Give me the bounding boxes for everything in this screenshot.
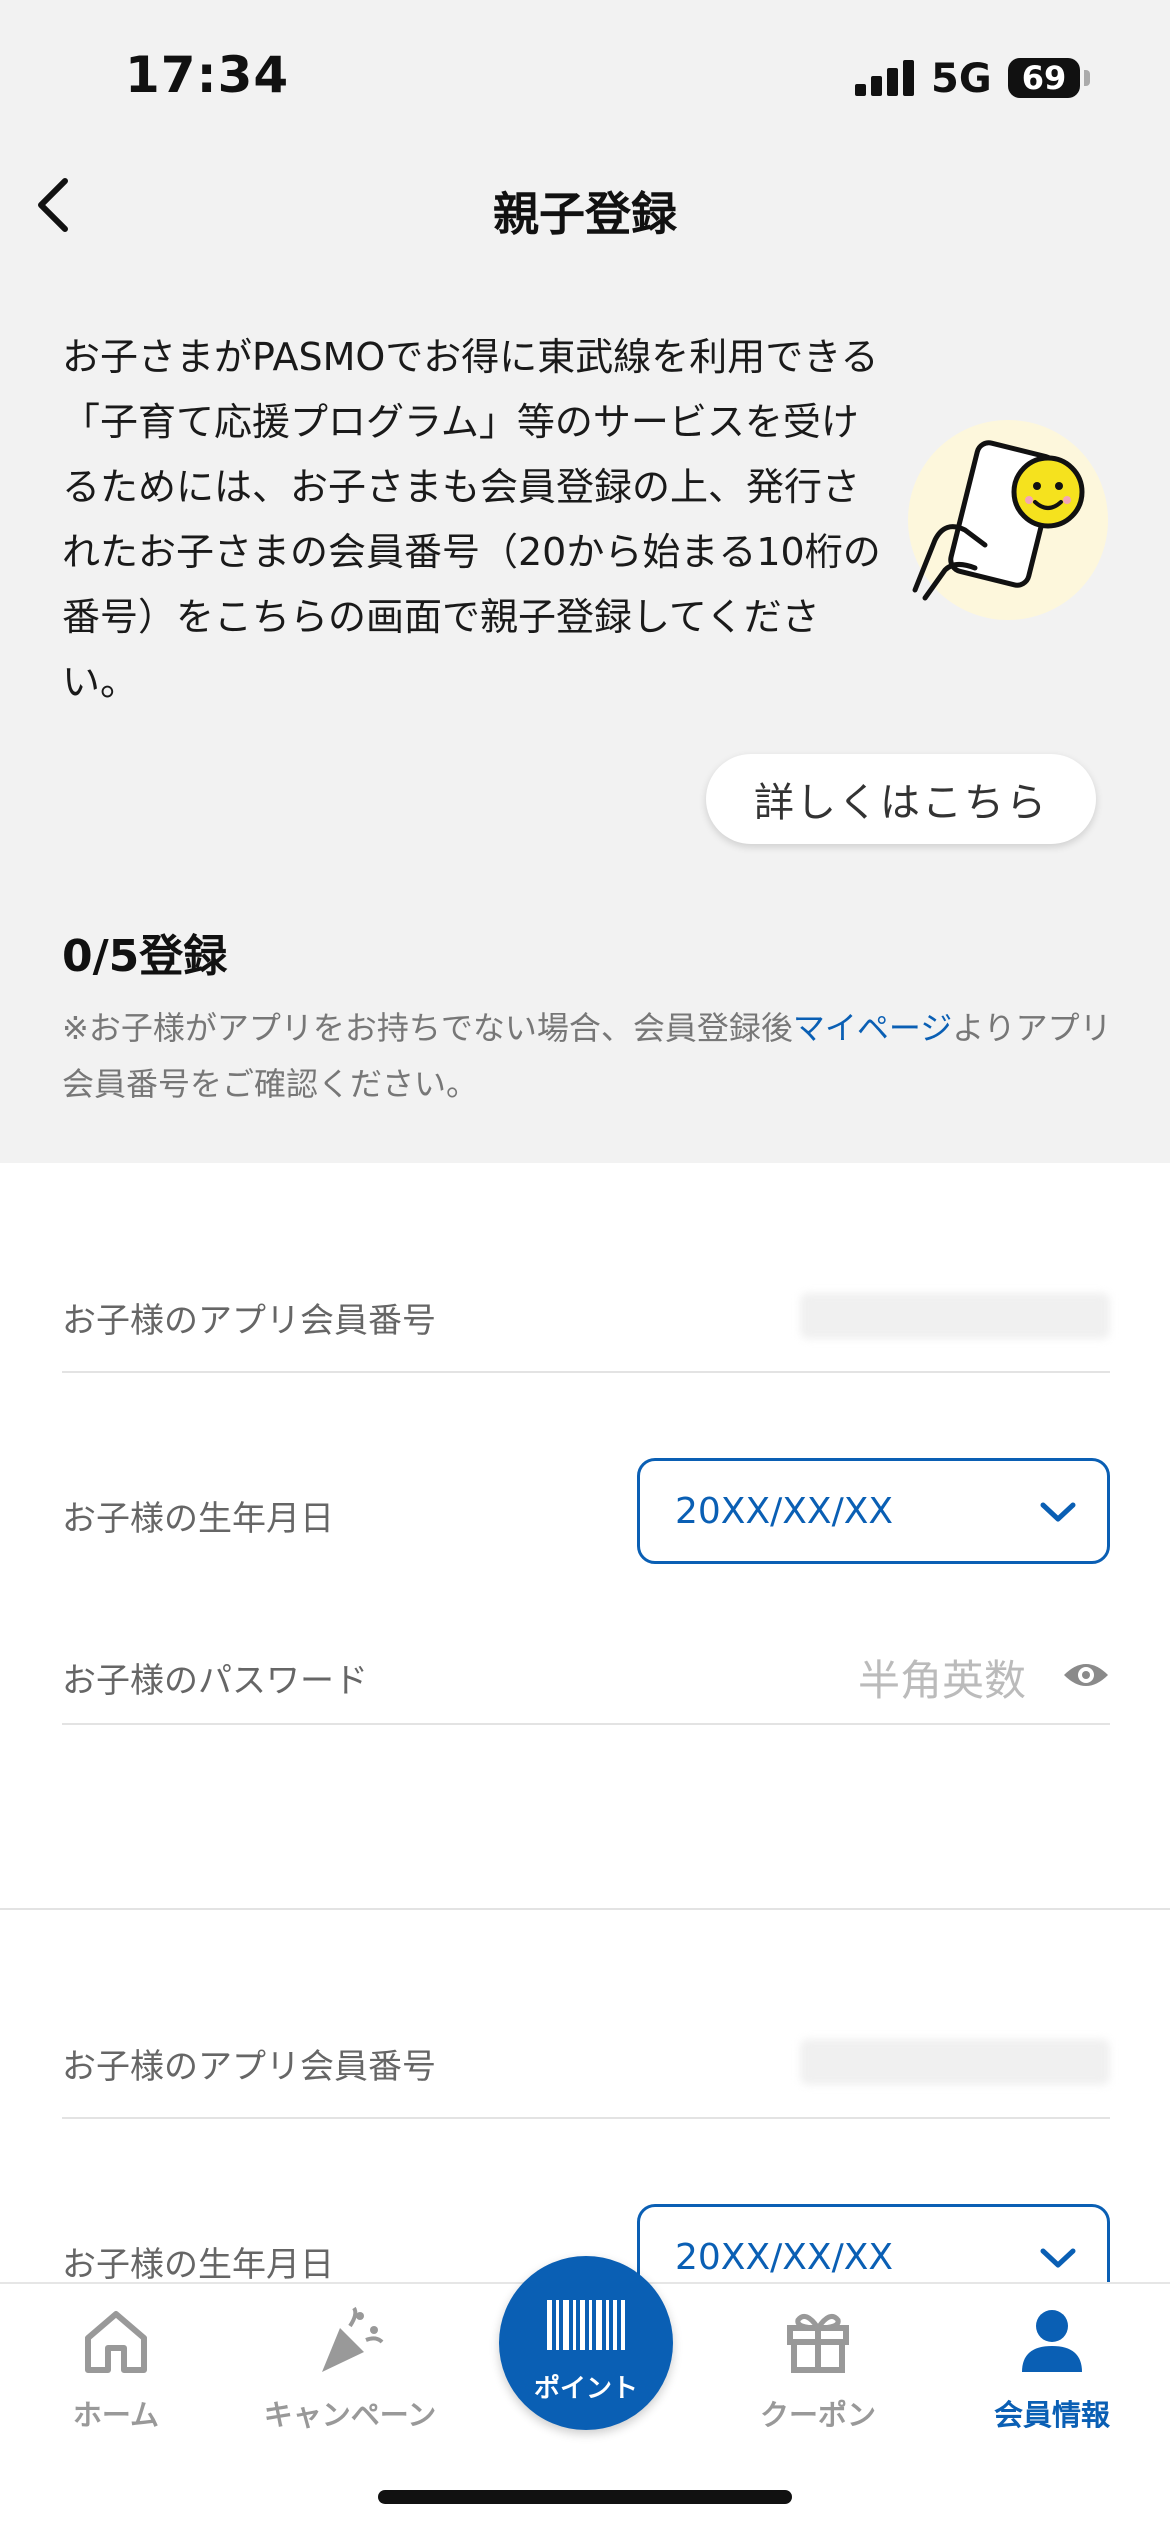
chevron-down-icon xyxy=(1040,1502,1076,1522)
divider xyxy=(62,2117,1110,2119)
tab-campaign[interactable]: キャンペーン xyxy=(250,2284,450,2444)
tab-label: ホーム xyxy=(72,2398,160,2432)
birthdate-label: お子様の生年月日 xyxy=(62,2245,334,2285)
detail-button[interactable]: 詳しくはこちら xyxy=(706,754,1096,844)
divider xyxy=(62,1723,1110,1725)
points-button[interactable]: ポイント xyxy=(499,2256,673,2430)
status-bar: 17:34 5G 69 xyxy=(0,0,1170,150)
battery-nub xyxy=(1084,70,1090,86)
divider xyxy=(62,1371,1110,1373)
member-number-label: お子様のアプリ会員番号 xyxy=(62,1301,436,1341)
tab-label: クーポン xyxy=(759,2398,876,2432)
person-icon xyxy=(1022,2310,1082,2372)
home-indicator xyxy=(378,2490,792,2504)
battery-icon: 69 xyxy=(1008,58,1080,98)
intro-text: お子さまがPASMOでお得に東武線を利用できる「子育て応援プログラム」等のサービ… xyxy=(62,335,881,704)
registration-count: 0/5登録 xyxy=(62,931,228,982)
note-prefix: ※お子様がアプリをお持ちでない場合、会員登録後 xyxy=(62,1009,793,1047)
tab-home[interactable]: ホーム xyxy=(16,2284,216,2444)
password-input[interactable]: 半角英数 xyxy=(858,1647,1026,1708)
birthdate-label: お子様の生年月日 xyxy=(62,1499,334,1539)
eye-icon[interactable] xyxy=(1062,1659,1110,1691)
home-icon xyxy=(85,2311,147,2373)
member-number-input[interactable] xyxy=(800,2039,1110,2085)
form-area: お子様のアプリ会員番号 お子様の生年月日 20XX/XX/XX お子様のパスワー… xyxy=(0,1163,1170,2310)
phone-smiley-illustration xyxy=(908,420,1108,620)
gift-icon xyxy=(787,2313,849,2373)
section-divider xyxy=(0,1908,1170,1910)
points-label: ポイント xyxy=(533,2374,638,2404)
birthdate-value: 20XX/XX/XX xyxy=(675,2237,894,2278)
nav-bar: 親子登録 xyxy=(0,150,1170,260)
tab-label: キャンペーン xyxy=(263,2398,437,2432)
chevron-down-icon xyxy=(1040,2248,1076,2268)
birthdate-select[interactable]: 20XX/XX/XX xyxy=(637,1458,1110,1564)
mypage-link[interactable]: マイページ xyxy=(793,1009,952,1047)
party-popper-icon xyxy=(322,2306,384,2372)
password-label: お子様のパスワード xyxy=(62,1661,368,1701)
page-title: 親子登録 xyxy=(493,187,677,241)
birthdate-value: 20XX/XX/XX xyxy=(675,1491,894,1532)
member-number-input[interactable] xyxy=(800,1293,1110,1339)
tab-label: 会員情報 xyxy=(993,2398,1110,2432)
member-number-label: お子様のアプリ会員番号 xyxy=(62,2047,436,2087)
tab-coupon[interactable]: クーポン xyxy=(718,2284,918,2444)
signal-icon xyxy=(855,60,915,96)
registration-note: ※お子様がアプリをお持ちでない場合、会員登録後マイページよりアプリ会員番号をご確… xyxy=(62,1000,1122,1112)
status-time: 17:34 xyxy=(125,46,290,104)
network-type: 5G xyxy=(931,56,992,102)
barcode-icon xyxy=(547,2300,625,2350)
tab-member-info[interactable]: 会員情報 xyxy=(952,2284,1152,2444)
